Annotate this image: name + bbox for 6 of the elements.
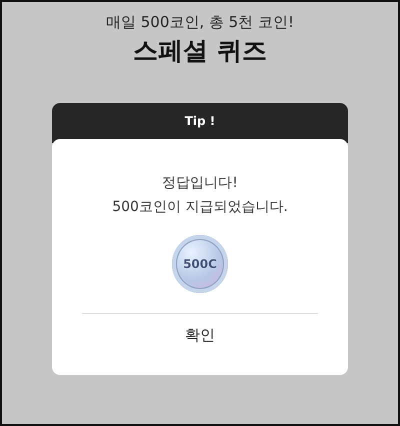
confirm-button[interactable]: 확인 <box>165 322 235 349</box>
subtitle: 매일 500코인, 총 5천 코인! <box>106 12 294 32</box>
coin-icon: 500C <box>172 235 228 293</box>
title: 스페셜 퀴즈 <box>133 35 267 67</box>
tip-header: Tip ! <box>52 103 348 143</box>
message: 정답입니다! 500코인이 지급되었습니다. <box>112 174 288 217</box>
